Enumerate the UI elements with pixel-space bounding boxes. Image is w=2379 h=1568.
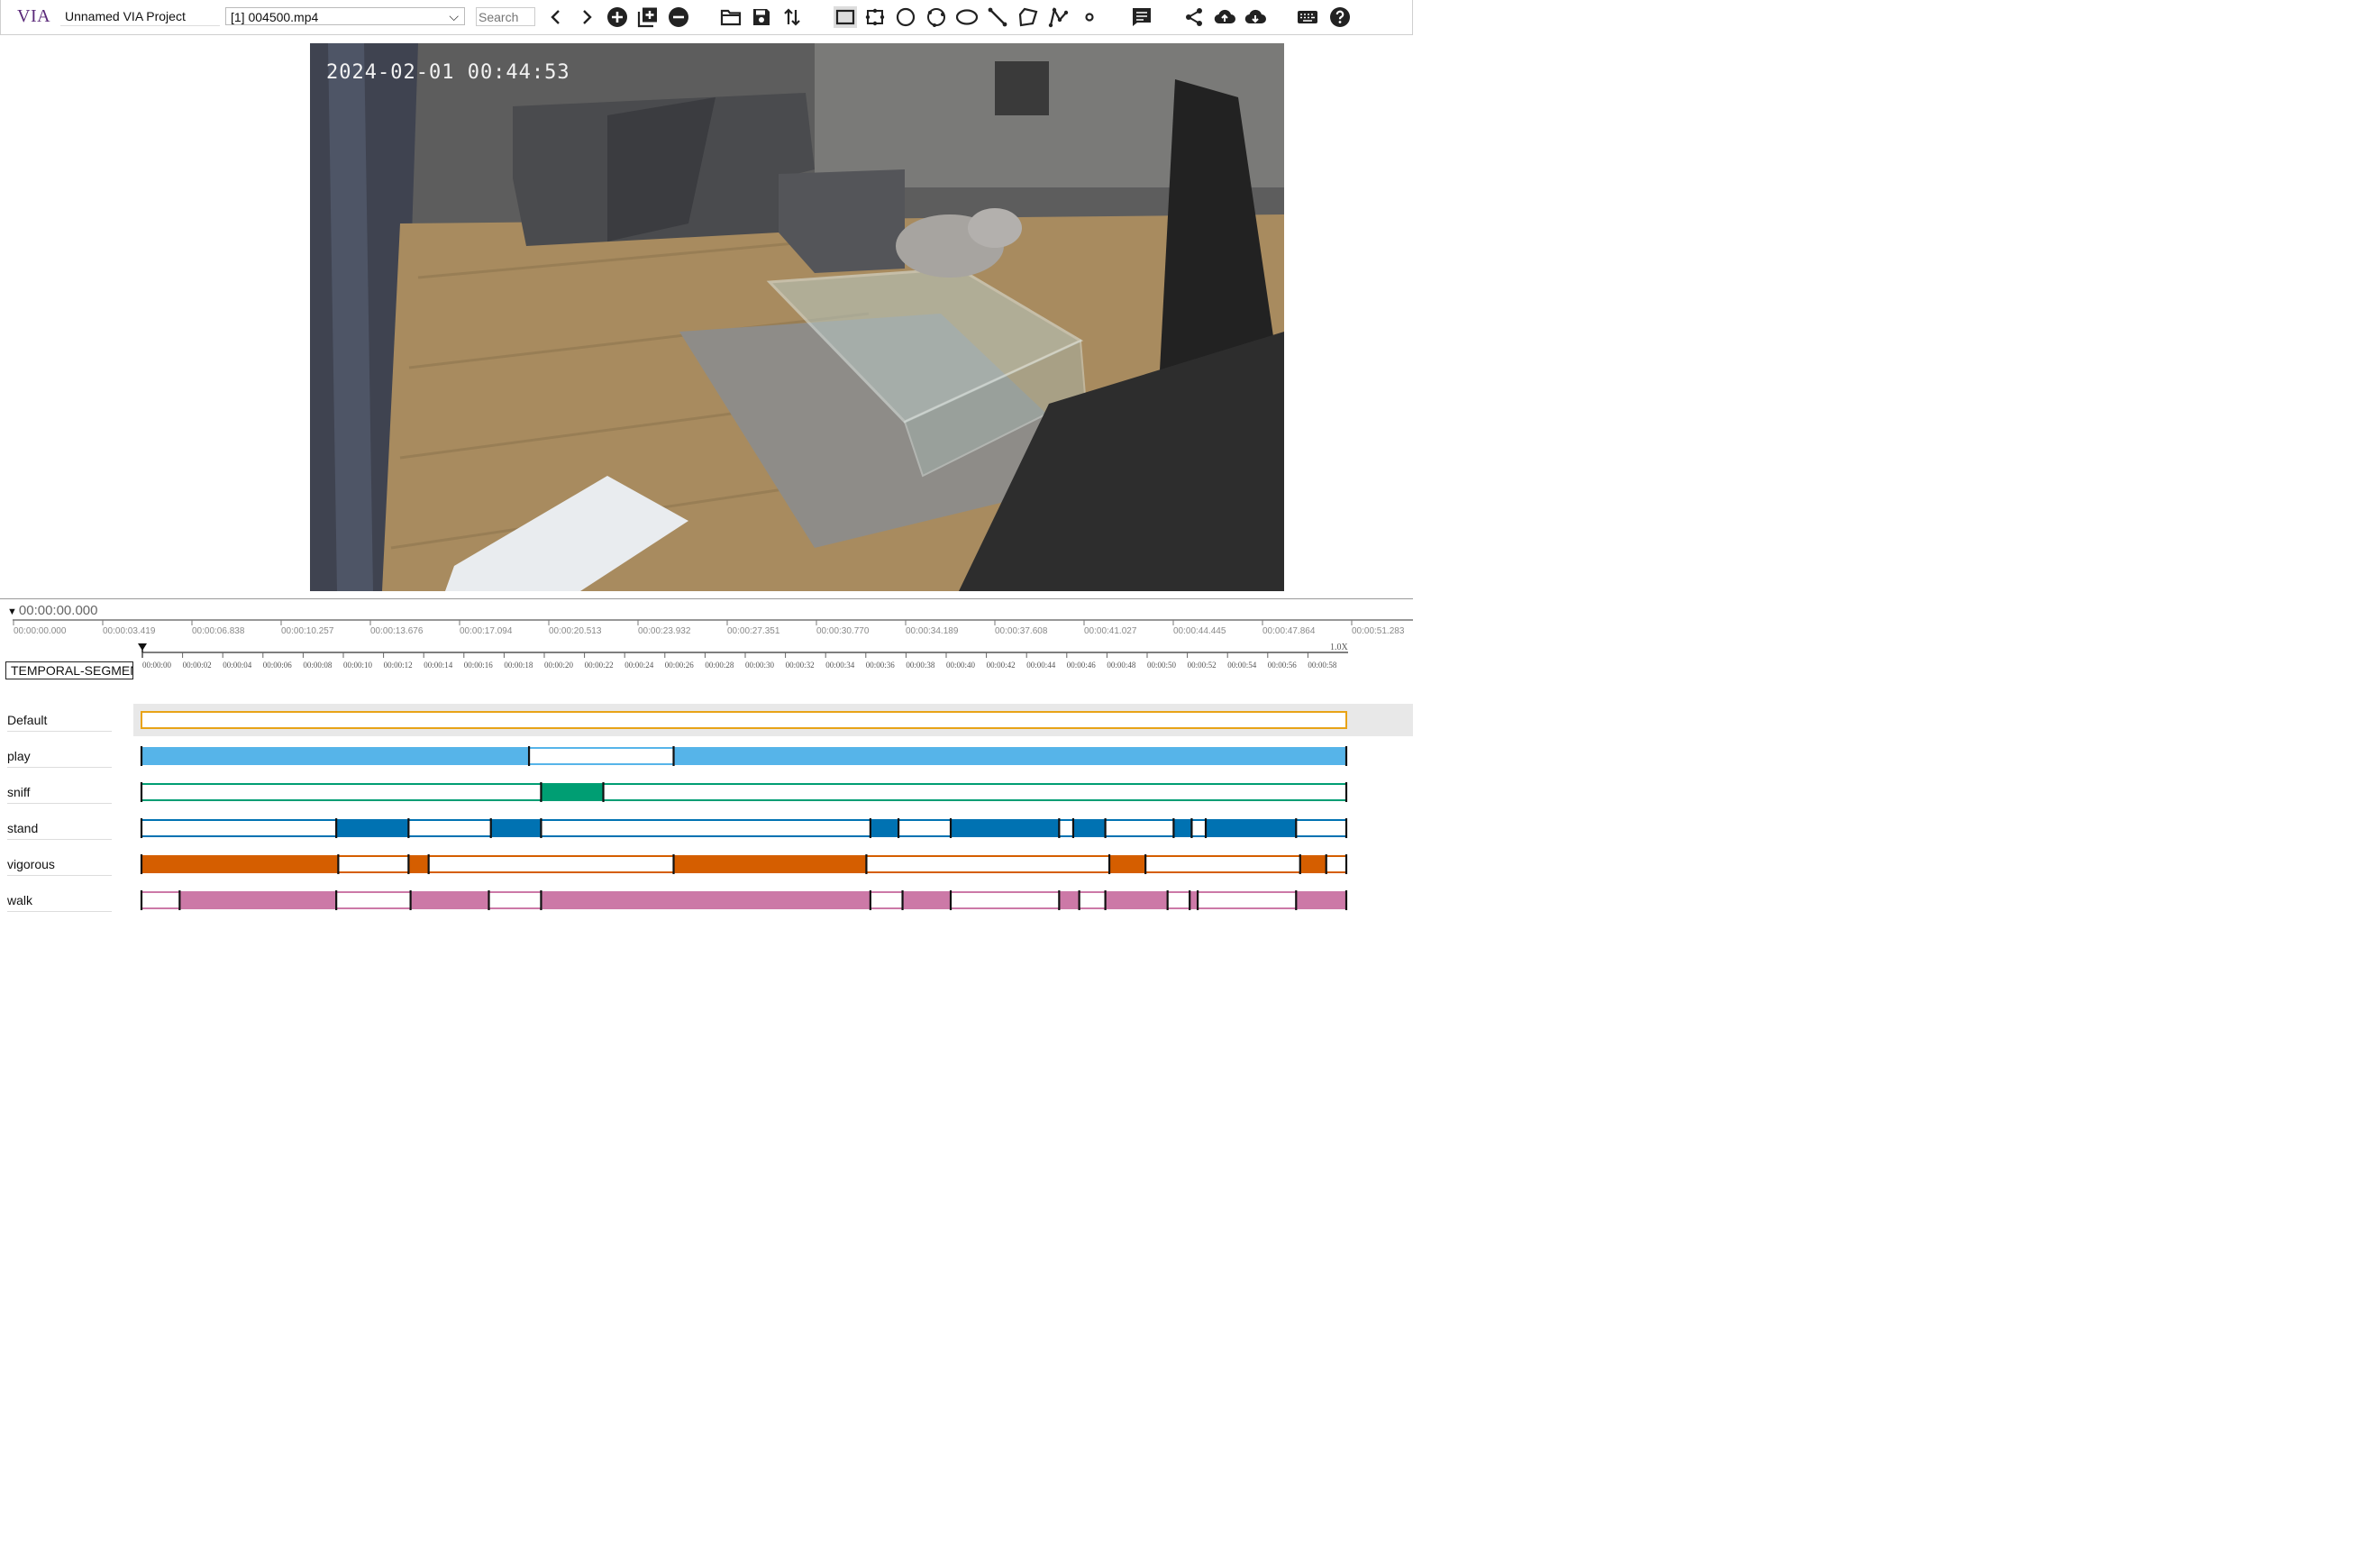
segment[interactable] <box>1296 892 1346 908</box>
next-file-icon[interactable] <box>576 6 597 28</box>
app-logo[interactable]: VIA <box>17 6 50 27</box>
project-name-input[interactable]: Unnamed VIA Project <box>60 7 220 26</box>
segment[interactable] <box>673 856 867 872</box>
download-icon[interactable] <box>1244 6 1266 28</box>
track-vigorous[interactable] <box>140 854 1348 874</box>
ellipse-shape-icon[interactable] <box>956 6 978 28</box>
segment[interactable] <box>1206 820 1297 836</box>
polyline-shape-icon[interactable] <box>1048 6 1070 28</box>
video-timestamp: 2024-02-01 00:44:53 <box>326 61 570 84</box>
segment[interactable] <box>141 748 530 764</box>
segment[interactable] <box>1109 856 1146 872</box>
share-icon[interactable] <box>1183 6 1205 28</box>
chevron-down-icon: ⌵ <box>449 9 459 23</box>
file-selector-value: [1] 004500.mp4 <box>231 10 319 24</box>
point-shape-icon[interactable] <box>1079 6 1100 28</box>
polygon-shape-icon[interactable] <box>1017 6 1039 28</box>
video-frame[interactable]: 2024-02-01 00:44:53 <box>310 43 1284 591</box>
track-stand[interactable] <box>140 818 1348 838</box>
segment[interactable] <box>1072 820 1106 836</box>
add-file-icon[interactable] <box>606 6 628 28</box>
track-bar[interactable] <box>141 783 1347 801</box>
video-scene <box>310 43 1284 591</box>
keyboard-shortcuts-icon[interactable] <box>1297 6 1318 28</box>
segment[interactable] <box>179 892 337 908</box>
toolbar: VIA Unnamed VIA Project [1] 004500.mp4 ⌵ <box>0 0 1413 35</box>
add-multiple-files-icon[interactable] <box>637 6 659 28</box>
save-project-icon[interactable] <box>751 6 772 28</box>
annotation-editor-icon[interactable] <box>1131 6 1153 28</box>
track-bar[interactable] <box>141 711 1347 729</box>
search-input[interactable] <box>476 7 535 26</box>
open-project-icon[interactable] <box>720 6 742 28</box>
segment[interactable] <box>1299 856 1326 872</box>
track-walk[interactable] <box>140 890 1348 910</box>
prev-file-icon[interactable] <box>545 6 567 28</box>
segment[interactable] <box>1190 892 1199 908</box>
remove-file-icon[interactable] <box>668 6 689 28</box>
segment[interactable] <box>336 820 409 836</box>
track-sniff[interactable] <box>140 782 1348 802</box>
segment[interactable] <box>490 820 542 836</box>
segment[interactable] <box>410 892 489 908</box>
segment[interactable] <box>1173 820 1192 836</box>
segment[interactable] <box>1059 892 1080 908</box>
sort-icon[interactable] <box>781 6 803 28</box>
upload-icon[interactable] <box>1214 6 1235 28</box>
segment[interactable] <box>408 856 429 872</box>
track-play[interactable] <box>140 746 1348 766</box>
segment[interactable] <box>541 784 604 800</box>
extreme-circle-shape-icon[interactable] <box>925 6 947 28</box>
help-icon[interactable] <box>1329 6 1351 28</box>
file-selector[interactable]: [1] 004500.mp4 ⌵ <box>225 7 465 25</box>
segment[interactable] <box>673 748 1346 764</box>
segment[interactable] <box>902 892 952 908</box>
temporal-segment-editor: ▼ 00:00:00.000 00:00:00.000 00:00:03.419 00… <box>0 598 1413 933</box>
segment[interactable] <box>1105 892 1168 908</box>
line-shape-icon[interactable] <box>987 6 1008 28</box>
track-default[interactable] <box>141 711 1347 729</box>
segment[interactable] <box>541 892 870 908</box>
track-bar[interactable] <box>141 819 1347 837</box>
rect-shape-icon[interactable] <box>834 6 857 28</box>
segment[interactable] <box>870 820 899 836</box>
circle-shape-icon[interactable] <box>895 6 916 28</box>
segment[interactable] <box>141 856 339 872</box>
extreme-rect-shape-icon[interactable] <box>864 6 886 28</box>
track-canvas[interactable] <box>0 599 1413 933</box>
segment[interactable] <box>951 820 1060 836</box>
